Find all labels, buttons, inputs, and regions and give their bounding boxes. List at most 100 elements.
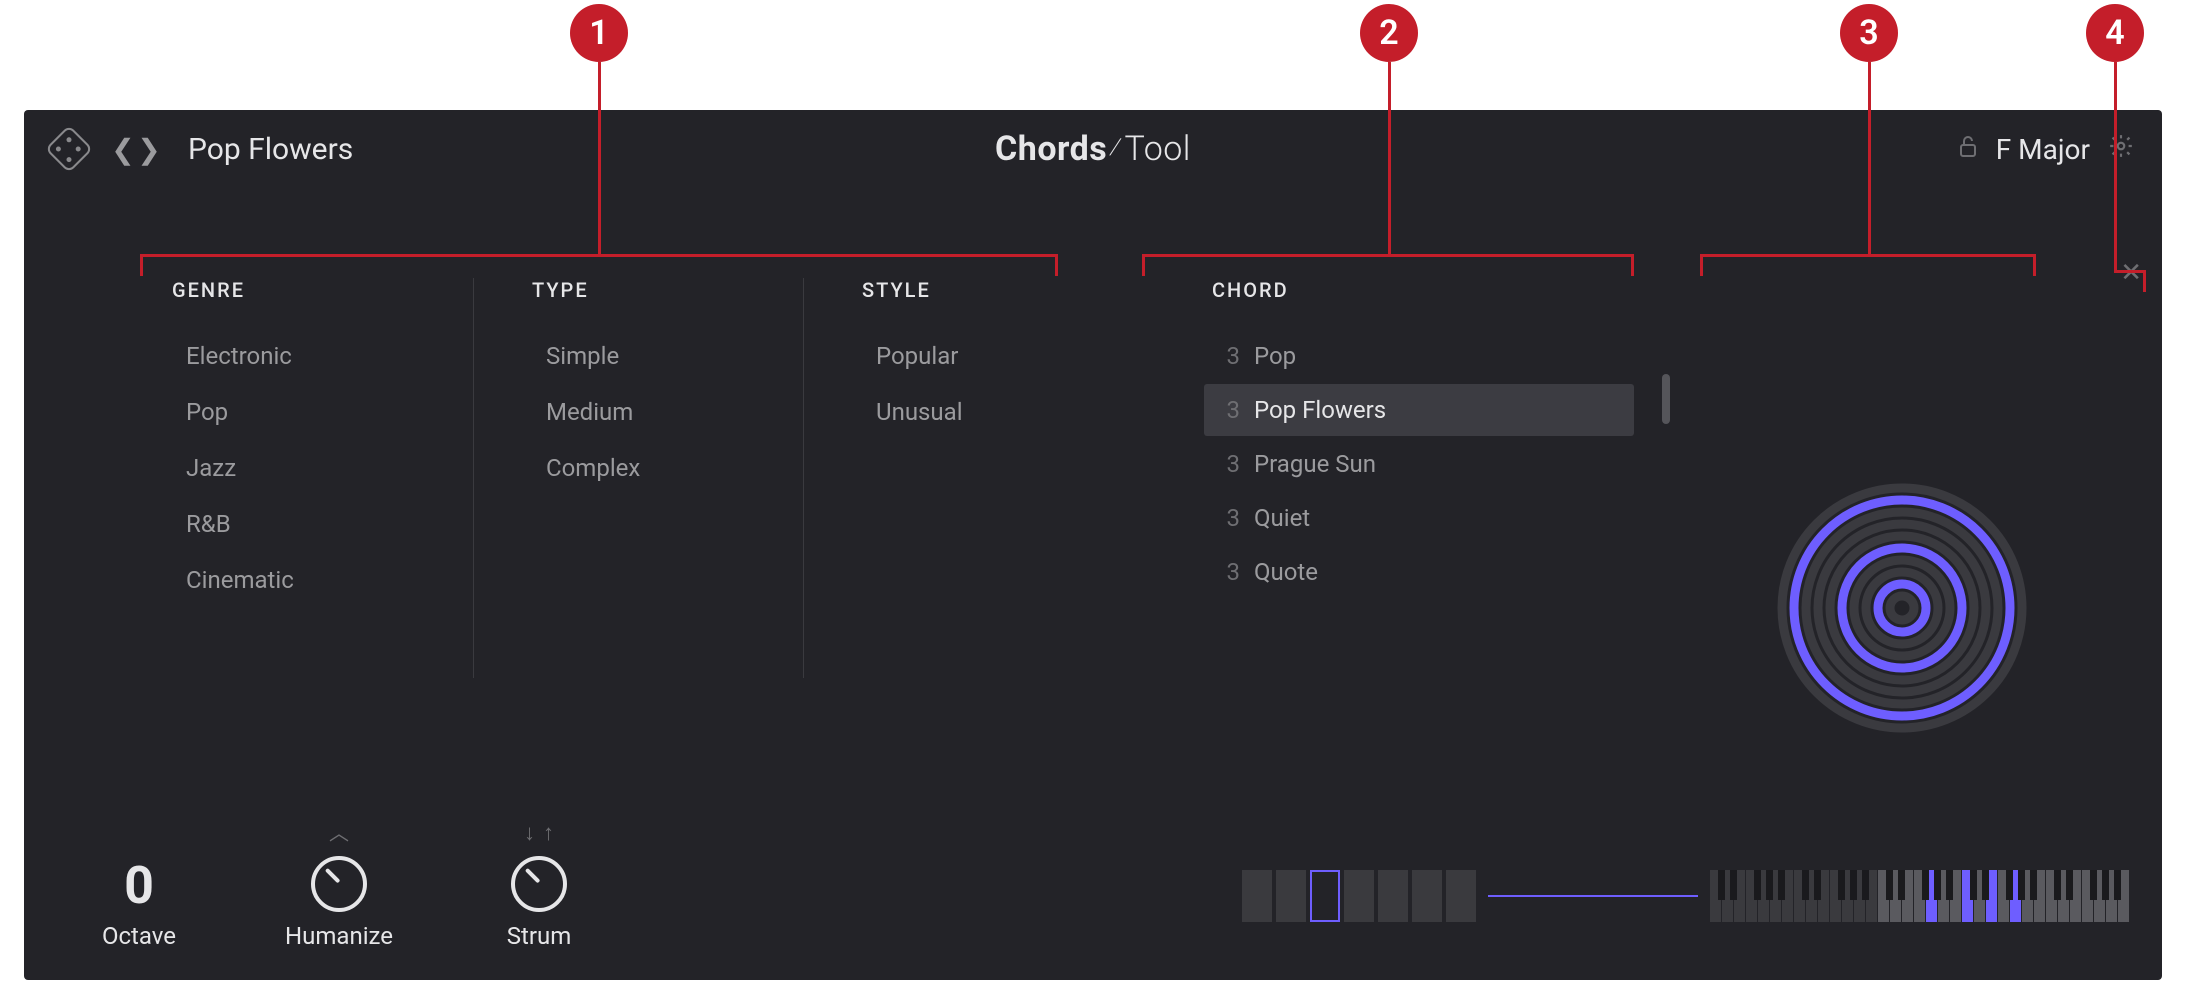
style-column: STYLE Popular Unusual <box>804 278 1134 678</box>
genre-item[interactable]: Electronic <box>144 328 453 384</box>
genre-item[interactable]: Cinematic <box>144 552 453 608</box>
octave-value: 0 <box>124 860 154 912</box>
browser: GENRE Electronic Pop Jazz R&B Cinematic … <box>144 278 2122 678</box>
style-item[interactable]: Popular <box>834 328 1114 384</box>
style-item[interactable]: Unusual <box>834 384 1114 440</box>
zone-block[interactable] <box>1412 870 1442 922</box>
type-item[interactable]: Complex <box>504 440 783 496</box>
type-item[interactable]: Simple <box>504 328 783 384</box>
chord-item[interactable]: 3 Prague Sun <box>1204 438 1634 490</box>
strum-label: Strum <box>507 922 572 950</box>
black-key[interactable] <box>1970 870 1977 900</box>
black-key[interactable] <box>2090 870 2097 900</box>
lock-icon[interactable] <box>1958 134 1978 164</box>
zone-block[interactable] <box>1276 870 1306 922</box>
black-key[interactable] <box>1850 870 1857 900</box>
annotation-stem-3 <box>1868 62 1871 254</box>
chord-item[interactable]: 3 Pop <box>1204 330 1634 382</box>
black-key[interactable] <box>1862 870 1869 900</box>
range-line <box>1488 895 1698 897</box>
chord-name: Pop <box>1254 342 1296 370</box>
octave-control[interactable]: 0 Octave <box>74 826 204 950</box>
black-key[interactable] <box>1718 870 1725 900</box>
humanize-knob[interactable] <box>311 856 367 912</box>
black-key[interactable] <box>2114 870 2121 900</box>
annotation-bracket-2 <box>1142 254 1634 276</box>
strum-direction-icons: ↓↑ <box>524 820 554 846</box>
annotation-marker-4: 4 <box>2086 4 2144 62</box>
black-key[interactable] <box>1778 870 1785 900</box>
genre-item[interactable]: Jazz <box>144 440 453 496</box>
chord-item[interactable]: 3 Quiet <box>1204 492 1634 544</box>
prev-preset-button[interactable]: ❮ <box>112 134 134 164</box>
zone-block[interactable] <box>1378 870 1408 922</box>
chord-count: 3 <box>1222 450 1240 478</box>
chord-count: 3 <box>1222 396 1240 424</box>
chord-item[interactable]: 3Quote <box>1204 546 1634 598</box>
humanize-label: Humanize <box>285 922 393 950</box>
black-key[interactable] <box>1766 870 1773 900</box>
chord-count: 3 <box>1222 342 1240 370</box>
mini-piano[interactable] <box>1710 870 2130 922</box>
black-key[interactable] <box>2054 870 2061 900</box>
black-key[interactable] <box>1982 870 1989 900</box>
annotation-marker-3: 3 <box>1840 4 1898 62</box>
chord-name: Prague Sun <box>1254 450 1376 478</box>
chord-count: 3 <box>1222 558 1240 586</box>
strum-control[interactable]: ↓↑ Strum <box>474 820 604 950</box>
humanize-control[interactable]: ︿ Humanize <box>274 817 404 950</box>
type-item[interactable]: Medium <box>504 384 783 440</box>
genre-title: GENRE <box>172 278 453 302</box>
annotation-marker-2: 2 <box>1360 4 1418 62</box>
dice-icon[interactable] <box>45 125 93 173</box>
black-key[interactable] <box>2102 870 2109 900</box>
chord-title: CHORD <box>1212 278 1644 302</box>
zone-block[interactable] <box>1446 870 1476 922</box>
type-title: TYPE <box>532 278 783 302</box>
chord-wheel[interactable] <box>1772 478 2032 738</box>
black-key[interactable] <box>2066 870 2073 900</box>
black-key[interactable] <box>2030 870 2037 900</box>
zone-block[interactable] <box>1310 870 1340 922</box>
chords-tool-panel: ❮ ❯ Pop Flowers Chords / Tool F Major <box>24 110 2162 980</box>
genre-item[interactable]: R&B <box>144 496 453 552</box>
style-title: STYLE <box>862 278 1114 302</box>
black-key[interactable] <box>1934 870 1941 900</box>
black-key[interactable] <box>1898 870 1905 900</box>
genre-item[interactable]: Pop <box>144 384 453 440</box>
black-key[interactable] <box>1886 870 1893 900</box>
zone-block[interactable] <box>1242 870 1272 922</box>
scrollbar-thumb[interactable] <box>1662 374 1670 424</box>
key-display[interactable]: F Major <box>1996 133 2090 166</box>
chord-name: Quiet <box>1254 504 1310 532</box>
black-key[interactable] <box>1730 870 1737 900</box>
black-key[interactable] <box>1754 870 1761 900</box>
black-key[interactable] <box>2018 870 2025 900</box>
annotation-marker-1: 1 <box>570 4 628 62</box>
black-key[interactable] <box>2006 870 2013 900</box>
black-key[interactable] <box>1946 870 1953 900</box>
annotation-bracket-1 <box>140 254 1058 276</box>
chord-name: Pop Flowers <box>1254 396 1386 424</box>
gear-icon[interactable] <box>2108 133 2134 165</box>
panel-header: ❮ ❯ Pop Flowers Chords / Tool F Major <box>24 110 2162 188</box>
chord-count: 3 <box>1222 504 1240 532</box>
black-key[interactable] <box>1802 870 1809 900</box>
annotation-hook-4 <box>2114 270 2146 292</box>
annotation-bracket-3 <box>1700 254 2036 276</box>
strum-knob[interactable] <box>511 856 567 912</box>
controls-row: 0 Octave ︿ Humanize ↓↑ Strum <box>74 817 604 950</box>
preset-name[interactable]: Pop Flowers <box>188 132 353 167</box>
black-key[interactable] <box>1922 870 1929 900</box>
octave-label: Octave <box>102 922 176 950</box>
keyboard-bar <box>1242 870 2130 922</box>
brand-title: Chords / Tool <box>995 129 1191 169</box>
black-key[interactable] <box>1838 870 1845 900</box>
type-column: TYPE Simple Medium Complex <box>474 278 804 678</box>
zone-block[interactable] <box>1344 870 1374 922</box>
black-key[interactable] <box>1814 870 1821 900</box>
next-preset-button[interactable]: ❯ <box>138 134 160 164</box>
annotation-stem-1 <box>598 62 601 254</box>
zone-selector[interactable] <box>1242 870 1476 922</box>
chord-item[interactable]: 3 Pop Flowers <box>1204 384 1634 436</box>
